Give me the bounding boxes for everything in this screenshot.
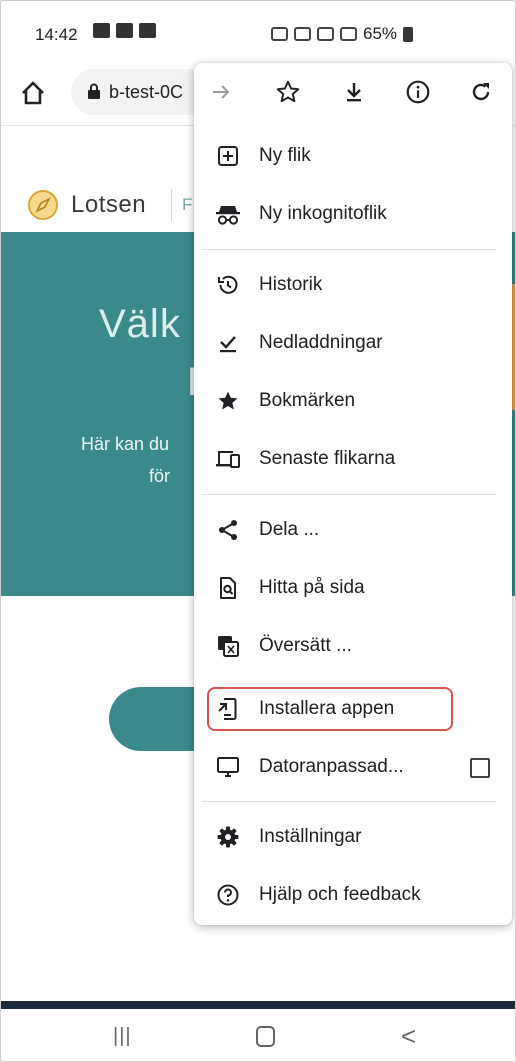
notification-icon <box>93 23 110 38</box>
phone-screen: 14:42 65% b-test-0C Lotsen F Välk Här ka… <box>0 0 516 1062</box>
page-footer <box>1 1001 515 1009</box>
menu-item-bookmarks[interactable]: Bokmärken <box>194 372 512 430</box>
menu-item-new-incognito-tab[interactable]: Ny inkognitoflik <box>194 185 512 243</box>
install-app-highlight <box>207 687 453 731</box>
site-logo[interactable]: Lotsen <box>71 191 146 219</box>
menu-item-label: Hjälp och feedback <box>259 884 421 905</box>
url-text[interactable]: b-test-0C <box>109 82 183 103</box>
menu-item-help-feedback[interactable]: Hjälp och feedback <box>194 866 512 924</box>
menu-divider <box>202 801 496 802</box>
teams-icon <box>139 23 156 38</box>
menu-item-new-tab[interactable]: Ny flik <box>194 127 512 185</box>
system-status-icons: 65% <box>271 24 414 44</box>
browser-overflow-menu: Ny flik Ny inkognitoflik Historik Nedlad… <box>194 63 512 925</box>
volte-icon <box>317 27 334 41</box>
nav-link[interactable]: F <box>182 195 192 215</box>
gallery-icon <box>116 23 133 38</box>
menu-item-label: Ny inkognitoflik <box>259 203 387 224</box>
menu-item-label: Ny flik <box>259 145 311 166</box>
history-icon <box>214 271 242 299</box>
menu-item-translate[interactable]: Översätt ... <box>194 617 512 675</box>
system-navigation-bar: ||| < <box>1 1011 515 1061</box>
desktop-site-checkbox[interactable] <box>470 758 490 778</box>
menu-item-label: Dela ... <box>259 519 320 540</box>
menu-divider <box>202 249 496 250</box>
menu-item-label: Hitta på sida <box>259 577 365 598</box>
signal-icon <box>340 27 357 41</box>
menu-item-settings[interactable]: Inställningar <box>194 808 512 866</box>
help-icon <box>214 881 242 909</box>
desktop-icon <box>214 753 242 781</box>
downloads-icon <box>214 329 242 357</box>
status-bar: 14:42 65% <box>1 1 515 53</box>
menu-item-label: Datoranpassad... <box>259 756 404 777</box>
forward-icon[interactable] <box>206 77 236 107</box>
star-icon <box>214 387 242 415</box>
hero-subtitle-line2: för <box>149 466 171 486</box>
find-in-page-icon <box>214 574 242 602</box>
menu-item-history[interactable]: Historik <box>194 256 512 314</box>
mute-icon <box>271 27 288 41</box>
menu-item-label: Nedladdningar <box>259 332 383 353</box>
home-icon[interactable] <box>19 79 47 107</box>
battery-icon <box>403 26 414 42</box>
menu-item-share[interactable]: Dela ... <box>194 501 512 559</box>
reload-icon[interactable] <box>466 77 496 107</box>
menu-divider <box>202 494 496 495</box>
menu-toolbar <box>194 63 512 121</box>
back-button[interactable]: < <box>401 1021 416 1052</box>
menu-item-recent-tabs[interactable]: Senaste flikarna <box>194 430 512 488</box>
hero-title: Välk <box>99 302 181 346</box>
devices-icon <box>214 445 242 473</box>
menu-item-label: Senaste flikarna <box>259 448 396 469</box>
menu-item-find-in-page[interactable]: Hitta på sida <box>194 559 512 617</box>
info-icon[interactable] <box>403 77 433 107</box>
translate-icon <box>214 632 242 660</box>
menu-item-label: Inställningar <box>259 826 362 847</box>
menu-item-downloads[interactable]: Nedladdningar <box>194 314 512 372</box>
lock-icon <box>88 83 100 99</box>
nav-separator <box>171 189 172 221</box>
hero-subtitle: Här kan du <box>81 434 170 454</box>
settings-icon <box>214 823 242 851</box>
home-button[interactable] <box>256 1026 275 1047</box>
share-icon <box>214 516 242 544</box>
bookmark-star-icon[interactable] <box>273 77 303 107</box>
wifi-icon <box>294 27 311 41</box>
menu-item-label: Översätt ... <box>259 635 352 656</box>
battery-percent: 65% <box>363 24 398 43</box>
menu-item-label: Historik <box>259 274 323 295</box>
notification-icons <box>93 23 156 38</box>
download-icon[interactable] <box>339 77 369 107</box>
incognito-icon <box>214 200 242 228</box>
new-tab-icon <box>214 142 242 170</box>
status-time: 14:42 <box>35 25 78 44</box>
recent-apps-button[interactable]: ||| <box>113 1025 132 1048</box>
menu-item-label: Bokmärken <box>259 390 356 411</box>
compass-icon <box>28 190 58 220</box>
menu-item-desktop-site[interactable]: Datoranpassad... <box>194 738 512 796</box>
